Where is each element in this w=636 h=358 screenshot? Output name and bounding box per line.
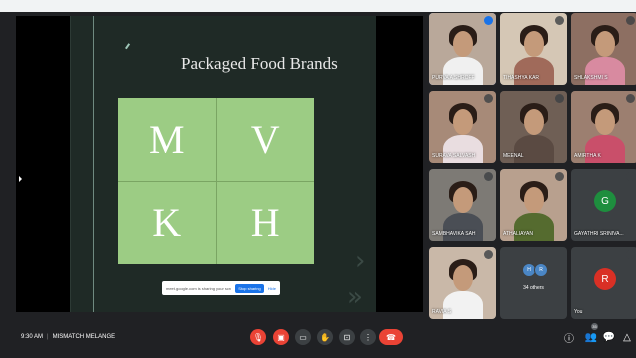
- participant-tile[interactable]: MEENAL: [500, 91, 567, 163]
- mic-status-icon: [484, 250, 493, 259]
- slide-chevron-decoration: ›: [355, 246, 366, 276]
- participant-face: [524, 109, 544, 135]
- participant-name: GAYATHRI SRINIVA...: [574, 231, 624, 237]
- mic-status-icon: [626, 94, 635, 103]
- more-vertical-icon: ⋮: [364, 332, 372, 342]
- participant-avatar: G: [594, 190, 616, 212]
- participant-face: [453, 265, 473, 291]
- phone-hangup-icon: ☎: [386, 332, 396, 342]
- slide-title: Packaged Food Brands: [181, 54, 338, 73]
- participant-name: SHLAKSHMI S: [574, 75, 608, 81]
- mic-status-icon: [555, 16, 564, 25]
- participant-name: AMIRTHA K: [574, 153, 601, 159]
- brand-letter-k: K: [118, 181, 216, 264]
- leave-call-button[interactable]: ☎: [379, 329, 403, 345]
- more-options-button[interactable]: ⋮: [360, 329, 376, 345]
- participant-avatar: R: [594, 268, 616, 290]
- info-icon: ⓘ: [564, 333, 574, 345]
- participant-tile[interactable]: AMIRTHA K: [571, 91, 636, 163]
- mic-status-icon: [484, 172, 493, 181]
- shapes-icon: △: [623, 331, 631, 343]
- meeting-name: MISMATCH MELANGE: [52, 334, 116, 340]
- participant-face: [524, 187, 544, 213]
- participant-name: You: [574, 309, 583, 315]
- mouse-cursor-icon: [19, 176, 22, 182]
- stop-sharing-button[interactable]: Stop sharing: [235, 283, 264, 293]
- shared-slide: Packaged Food Brands M V K H › »: [70, 16, 376, 312]
- participant-grid: PURVA A SHROFF TIHASHYA KAR SHLAKSHMI S SUR…: [429, 13, 636, 319]
- participant-tile[interactable]: SHLAKSHMI S: [571, 13, 636, 85]
- participant-name: TIHASHYA KAR: [503, 75, 540, 81]
- microphone-off-button[interactable]: 🎙: [250, 329, 266, 345]
- present-screen-button[interactable]: ⊡: [339, 329, 355, 345]
- participant-face: [453, 31, 473, 57]
- share-banner-message: meet.google.com is sharing your screen.: [166, 285, 232, 291]
- chat-button[interactable]: 💬: [603, 331, 615, 343]
- mic-status-icon: [484, 94, 493, 103]
- mini-avatar: R: [534, 263, 548, 277]
- participant-face: [595, 109, 615, 135]
- people-icon: 👥: [584, 331, 598, 343]
- activities-button[interactable]: △: [621, 331, 633, 343]
- participant-face: [524, 31, 544, 57]
- participant-name: SAMBHAVIKA SAH: [432, 231, 476, 237]
- chat-icon: 💬: [602, 331, 616, 343]
- mic-status-icon: [555, 172, 564, 181]
- participant-tile[interactable]: G GAYATHRI SRINIVA...: [571, 169, 636, 241]
- brand-letter-m: M: [118, 98, 216, 181]
- hide-banner-button[interactable]: Hide: [268, 286, 276, 291]
- participant-tile[interactable]: SURAVA SALVASH: [429, 91, 496, 163]
- slide-chevron-decoration: »: [347, 282, 363, 312]
- present-icon: ⊡: [343, 332, 351, 342]
- participant-tile[interactable]: H R 34 others: [500, 247, 567, 319]
- meeting-info: 9:30 AM | MISMATCH MELANGE: [21, 334, 115, 340]
- captions-button[interactable]: ▭: [295, 329, 311, 345]
- camera-off-icon: ▣: [277, 332, 285, 342]
- slide-vertical-rule: [93, 16, 94, 312]
- participant-name: ATHALIAYAN: [503, 231, 534, 237]
- raise-hand-button[interactable]: ✋: [317, 329, 333, 345]
- participant-tile[interactable]: R You: [571, 247, 636, 319]
- participant-name: RAVIA S: [432, 309, 452, 315]
- participant-face: [595, 31, 615, 57]
- browser-top-strip: [0, 0, 636, 12]
- screen-share-banner: meet.google.com is sharing your screen. …: [162, 281, 280, 295]
- meeting-details-button[interactable]: ⓘ: [563, 331, 575, 345]
- camera-off-button[interactable]: ▣: [273, 329, 289, 345]
- participant-tile[interactable]: TIHASHYA KAR: [500, 13, 567, 85]
- participant-face: [453, 109, 473, 135]
- brand-letter-h: H: [216, 181, 314, 264]
- brand-letter-grid: M V K H: [118, 98, 314, 264]
- participant-face: [453, 187, 473, 213]
- hand-icon: ✋: [320, 332, 330, 342]
- people-button[interactable]: 👥: [585, 331, 597, 343]
- participant-name: SURAVA SALVASH: [432, 153, 476, 159]
- participant-tile[interactable]: PURVA A SHROFF: [429, 13, 496, 85]
- participant-tile[interactable]: ATHALIAYAN: [500, 169, 567, 241]
- participant-name: MEENAL: [503, 153, 524, 159]
- captions-icon: ▭: [299, 332, 307, 342]
- participant-name: PURVA A SHROFF: [432, 75, 475, 81]
- mic-status-icon: [626, 172, 635, 181]
- mic-off-icon: 🎙: [252, 332, 264, 342]
- others-avatars: HR: [522, 263, 548, 277]
- participant-tile[interactable]: SAMBHAVIKA SAH: [429, 169, 496, 241]
- mic-status-icon: [555, 94, 564, 103]
- brand-letter-v: V: [216, 98, 314, 181]
- meeting-info-separator: |: [47, 334, 49, 340]
- mic-status-icon: [626, 16, 635, 25]
- meeting-time: 9:30 AM: [21, 334, 44, 340]
- mic-status-icon: [626, 250, 635, 259]
- mic-status-icon: [484, 16, 493, 25]
- others-count-label: 34 others: [523, 285, 544, 291]
- participant-tile[interactable]: RAVIA S: [429, 247, 496, 319]
- participant-count-badge: 35: [591, 323, 598, 330]
- slide-accent-mark: [125, 43, 135, 53]
